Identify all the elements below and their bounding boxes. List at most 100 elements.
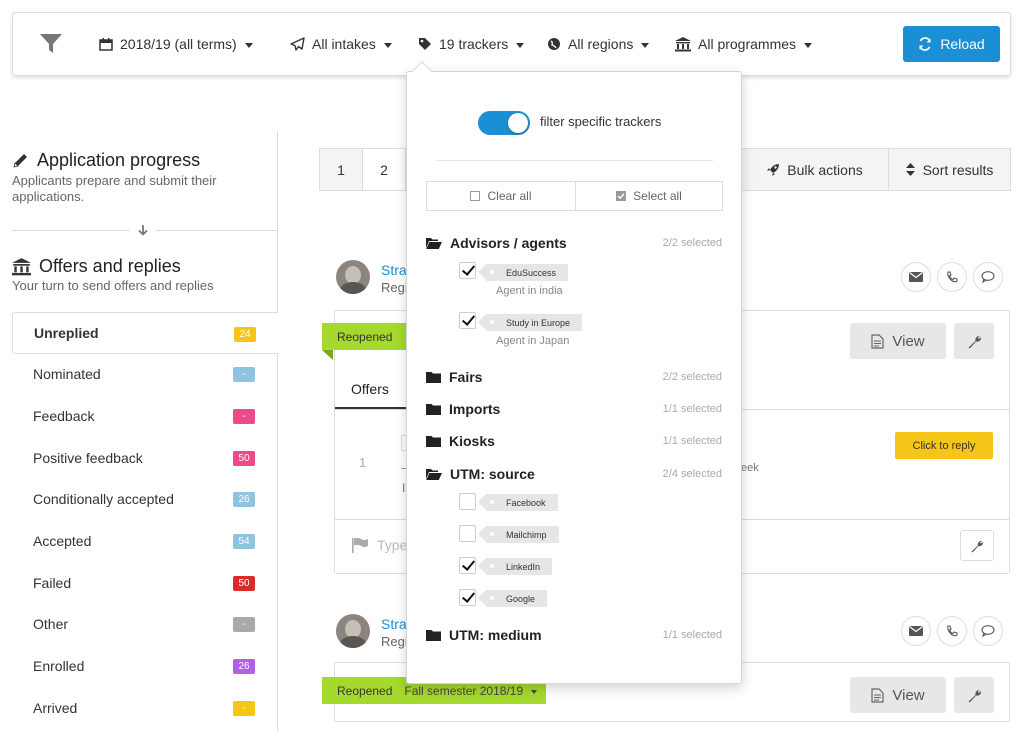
status-count-badge: 50 xyxy=(233,576,255,591)
filter-trackers-toggle[interactable] xyxy=(478,111,530,135)
status-tag: Reopened xyxy=(322,323,412,350)
tracker-tag: Study in Europe xyxy=(477,314,583,331)
reload-button[interactable]: Reload xyxy=(903,26,1000,62)
filter-icon[interactable] xyxy=(39,13,70,75)
clear-all-button[interactable]: Clear all xyxy=(426,181,576,211)
folder-icon xyxy=(426,630,441,641)
page-2-button[interactable]: 2 xyxy=(362,148,406,191)
status-item-failed[interactable]: Failed 50 xyxy=(12,562,278,604)
chevron-down-icon xyxy=(516,42,525,48)
group-name: Advisors / agents xyxy=(450,235,567,251)
view-label: View xyxy=(892,332,925,350)
institution-icon xyxy=(675,36,691,51)
status-item-unreplied[interactable]: Unreplied 24 xyxy=(12,312,278,354)
card-tools-button[interactable] xyxy=(954,677,994,713)
status-label: Enrolled xyxy=(33,658,85,674)
status-count-badge: - xyxy=(233,367,255,382)
tracker-checkbox-linkedin[interactable] xyxy=(459,557,476,574)
intakes-filter-dropdown[interactable]: All intakes xyxy=(290,13,392,75)
tracker-checkbox-facebook[interactable] xyxy=(459,493,476,510)
tracker-tag: Mailchimp xyxy=(478,526,559,543)
year-filter-label: 2018/19 (all terms) xyxy=(120,36,237,52)
status-item-arrived[interactable]: Arrived - xyxy=(12,687,278,729)
status-count-badge: 24 xyxy=(234,327,256,342)
status-item-feedback[interactable]: Feedback - xyxy=(12,395,278,437)
regions-filter-dropdown[interactable]: All regions xyxy=(547,13,650,75)
view-button[interactable]: View xyxy=(850,677,946,713)
page-1-button[interactable]: 1 xyxy=(319,148,363,191)
sort-icon xyxy=(905,163,915,176)
group-selected-count: 2/2 selected xyxy=(662,237,722,249)
reload-label: Reload xyxy=(940,36,985,52)
sort-results-button[interactable]: Sort results xyxy=(888,148,1011,191)
chat-button[interactable] xyxy=(973,262,1003,292)
folder-icon xyxy=(426,404,441,415)
group-utm-source[interactable]: UTM: source xyxy=(426,464,535,484)
group-utm-medium[interactable]: UTM: medium xyxy=(426,625,542,645)
status-item-other[interactable]: Other - xyxy=(12,603,278,645)
call-button[interactable] xyxy=(937,262,967,292)
comment-placeholder: Type xyxy=(377,537,408,553)
application-progress-title: Application progress xyxy=(37,150,201,170)
group-imports[interactable]: Imports xyxy=(426,399,500,419)
call-button[interactable] xyxy=(937,616,967,646)
applicant-name-link[interactable]: Stra xyxy=(381,262,407,278)
card-tools-button[interactable] xyxy=(954,323,994,359)
offers-and-replies-heading[interactable]: Offers and replies xyxy=(12,256,181,277)
year-filter-dropdown[interactable]: 2018/19 (all terms) xyxy=(99,13,253,75)
status-label: Nominated xyxy=(33,366,101,382)
offers-and-replies-subtitle: Your turn to send offers and replies xyxy=(12,278,214,293)
status-tag-label: Reopened xyxy=(337,683,393,698)
clear-all-label: Clear all xyxy=(487,189,532,203)
tab-offers[interactable]: Offers xyxy=(335,373,407,409)
group-fairs[interactable]: Fairs xyxy=(426,367,482,387)
card-settings-button[interactable] xyxy=(960,530,994,561)
paper-plane-icon xyxy=(290,37,305,51)
status-label: Accepted xyxy=(33,533,92,549)
applicant-name-link[interactable]: Stra xyxy=(381,616,407,632)
status-count-badge: 26 xyxy=(233,659,255,674)
application-progress-heading[interactable]: Application progress xyxy=(12,150,200,171)
trackers-filter-dropdown[interactable]: 19 trackers xyxy=(418,13,525,75)
wrench-icon xyxy=(971,540,984,552)
select-all-button[interactable]: Select all xyxy=(575,181,723,211)
programmes-filter-dropdown[interactable]: All programmes xyxy=(675,13,813,75)
email-button[interactable] xyxy=(901,616,931,646)
group-kiosks[interactable]: Kiosks xyxy=(426,431,495,451)
chat-button[interactable] xyxy=(973,616,1003,646)
click-to-reply-button[interactable]: Click to reply xyxy=(895,432,993,459)
bulk-actions-button[interactable]: Bulk actions xyxy=(740,148,888,191)
view-button[interactable]: View xyxy=(850,323,946,359)
status-item-positive-feedback[interactable]: Positive feedback 50 xyxy=(12,437,278,479)
email-button[interactable] xyxy=(901,262,931,292)
document-icon xyxy=(871,687,884,703)
status-item-nominated[interactable]: Nominated - xyxy=(12,353,278,395)
bulk-actions-label: Bulk actions xyxy=(787,161,863,178)
tracker-checkbox-study-in-europe[interactable] xyxy=(459,312,476,329)
wrench-icon xyxy=(968,335,981,348)
applicant-sub: Regi xyxy=(381,280,408,295)
page-number: 1 xyxy=(337,161,345,178)
group-name: Fairs xyxy=(449,369,483,385)
tracker-checkbox-mailchimp[interactable] xyxy=(459,525,476,542)
offer-row-week: eek xyxy=(741,462,759,474)
tracker-description: Agent in Japan xyxy=(496,335,570,347)
group-advisors-agents[interactable]: Advisors / agents xyxy=(426,233,567,253)
status-item-enrolled[interactable]: Enrolled 26 xyxy=(12,645,278,687)
flag-icon xyxy=(352,537,368,553)
offer-row-number: 1 xyxy=(359,455,367,470)
rocket-icon xyxy=(767,163,780,176)
trackers-dropdown: filter specific trackers Clear all Selec… xyxy=(406,71,742,684)
tracker-checkbox-edusuccess[interactable] xyxy=(459,262,476,279)
group-selected-count: 1/1 selected xyxy=(662,629,722,641)
globe-icon xyxy=(548,38,560,50)
folder-open-icon xyxy=(426,469,442,480)
tracker-checkbox-google[interactable] xyxy=(459,589,476,606)
status-count-badge: 26 xyxy=(233,492,255,507)
status-item-conditionally-accepted[interactable]: Conditionally accepted 26 xyxy=(12,478,278,520)
status-label: Conditionally accepted xyxy=(33,491,174,507)
status-item-accepted[interactable]: Accepted 54 xyxy=(12,520,278,562)
comment-input[interactable]: Type xyxy=(351,537,407,553)
group-name: UTM: source xyxy=(450,466,535,482)
group-selected-count: 2/2 selected xyxy=(662,371,722,383)
